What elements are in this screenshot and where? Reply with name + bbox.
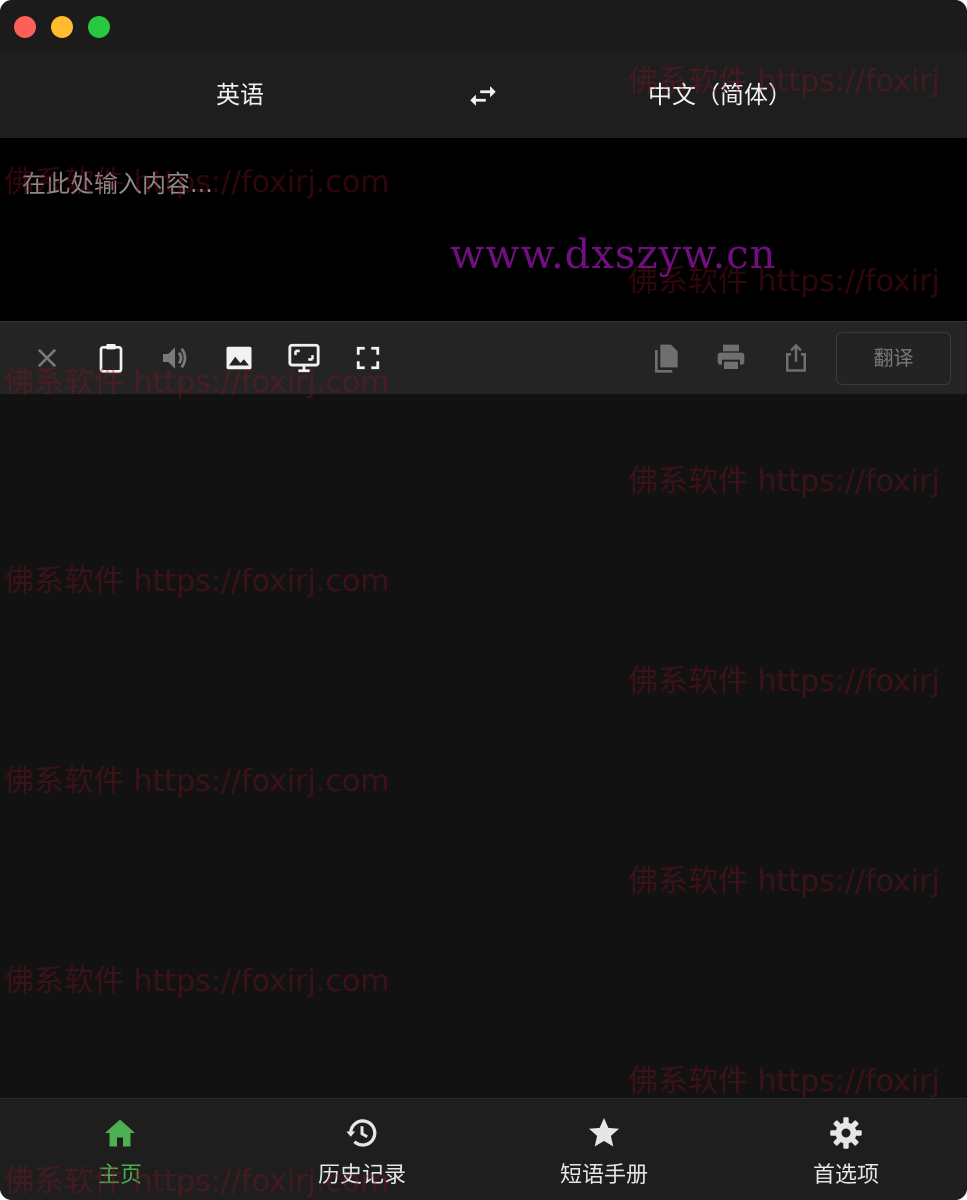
tab-phrasebook[interactable]: 短语手册 (504, 1099, 704, 1200)
tab-home-label: 主页 (97, 1163, 142, 1188)
swap-languages-icon[interactable] (466, 79, 500, 113)
app-window: 英语 中文（简体） 在此处输入内容... 翻译 主页 历史记录 短语手册 首选项… (0, 0, 967, 1200)
history-icon (344, 1115, 380, 1151)
share-icon[interactable] (778, 340, 814, 376)
star-icon (586, 1115, 622, 1151)
copy-icon[interactable] (649, 340, 685, 376)
tab-preferences-label: 首选项 (812, 1163, 879, 1188)
maximize-window-button[interactable] (88, 16, 110, 38)
action-toolbar: 翻译 (0, 321, 967, 394)
image-icon[interactable] (221, 340, 257, 376)
title-bar (0, 0, 967, 52)
input-area (0, 138, 967, 321)
speaker-icon[interactable] (157, 340, 193, 376)
target-language-selector[interactable]: 中文（简体） (600, 52, 840, 138)
close-icon[interactable] (29, 340, 65, 376)
fullscreen-icon[interactable] (350, 340, 386, 376)
bottom-tab-bar: 主页 历史记录 短语手册 首选项 (0, 1098, 967, 1200)
clipboard-icon[interactable] (93, 340, 129, 376)
tab-phrasebook-label: 短语手册 (559, 1163, 648, 1188)
source-language-selector[interactable]: 英语 (140, 52, 340, 138)
close-window-button[interactable] (14, 16, 36, 38)
home-icon (102, 1115, 138, 1151)
tab-history[interactable]: 历史记录 (262, 1099, 462, 1200)
minimize-window-button[interactable] (51, 16, 73, 38)
gear-icon (828, 1115, 864, 1151)
source-text-input[interactable] (0, 138, 967, 321)
tab-history-label: 历史记录 (317, 1163, 406, 1188)
screen-capture-icon[interactable] (286, 340, 322, 376)
tab-preferences[interactable]: 首选项 (746, 1099, 946, 1200)
translation-output-area (0, 394, 967, 1098)
tab-home[interactable]: 主页 (20, 1099, 220, 1200)
translate-button[interactable]: 翻译 (836, 332, 951, 385)
language-bar: 英语 中文（简体） (0, 52, 967, 138)
print-icon[interactable] (713, 340, 749, 376)
